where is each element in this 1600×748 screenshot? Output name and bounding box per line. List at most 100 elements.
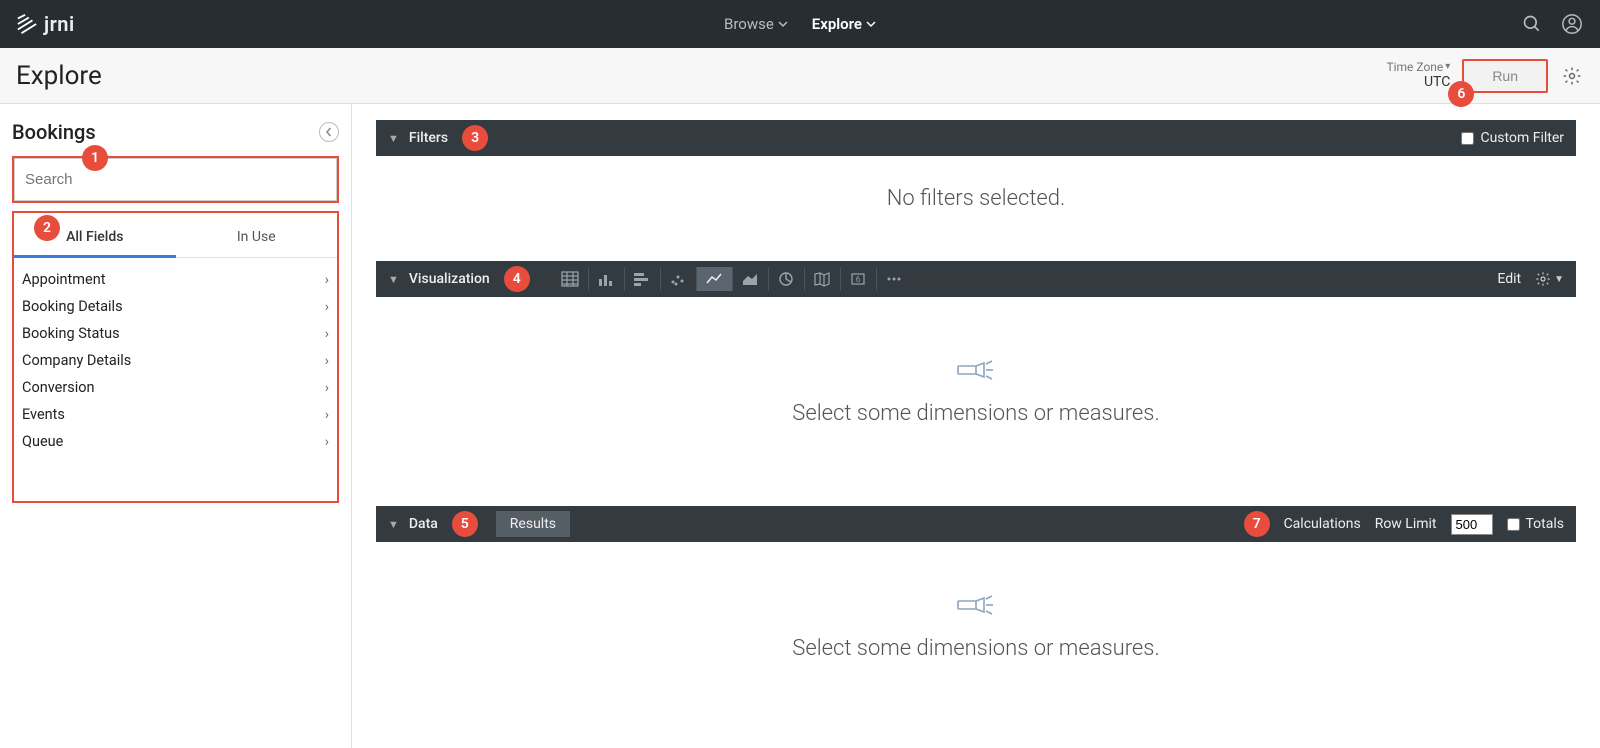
- caret-down-icon: ▼: [388, 518, 399, 531]
- data-empty-text: Select some dimensions or measures.: [376, 636, 1576, 661]
- sidebar-header: Bookings: [12, 120, 339, 144]
- field-item-company-details[interactable]: Company Details ›: [18, 347, 333, 374]
- subheader: Explore Time Zone ▾ UTC Run 6: [0, 48, 1600, 104]
- data-title: Data: [409, 516, 438, 532]
- chevron-right-icon: ›: [325, 407, 329, 423]
- visualization-header[interactable]: ▼ Visualization 4 6: [376, 261, 1576, 297]
- logo[interactable]: jrni: [16, 12, 75, 36]
- search-icon[interactable]: [1520, 12, 1544, 36]
- custom-filter-toggle[interactable]: Custom Filter: [1461, 130, 1564, 146]
- data-panel: ▼ Data 5 Results 7 Calculations Row Limi…: [376, 506, 1576, 691]
- field-tabs: All Fields In Use: [14, 219, 337, 258]
- viz-empty-text: Select some dimensions or measures.: [376, 401, 1576, 426]
- field-item-conversion[interactable]: Conversion ›: [18, 374, 333, 401]
- filters-panel: ▼ Filters 3 Custom Filter No filters sel…: [376, 120, 1576, 241]
- filters-header[interactable]: ▼ Filters 3 Custom Filter: [376, 120, 1576, 156]
- custom-filter-checkbox[interactable]: [1461, 132, 1474, 145]
- topbar: jrni Browse Explore: [0, 0, 1600, 48]
- content: ▼ Filters 3 Custom Filter No filters sel…: [352, 104, 1600, 748]
- custom-filter-label: Custom Filter: [1480, 130, 1564, 146]
- chevron-right-icon: ›: [325, 434, 329, 450]
- field-item-booking-status[interactable]: Booking Status ›: [18, 320, 333, 347]
- field-label: Company Details: [22, 352, 131, 369]
- main: Bookings 1 2 All Fields In Use Appointme…: [0, 104, 1600, 748]
- row-limit-input[interactable]: [1451, 514, 1493, 535]
- visualization-panel: ▼ Visualization 4 6: [376, 261, 1576, 486]
- results-tab[interactable]: Results: [496, 511, 570, 537]
- viz-column-icon[interactable]: [588, 267, 624, 291]
- caret-down-icon: ▼: [388, 273, 399, 286]
- data-header[interactable]: ▼ Data 5 Results 7 Calculations Row Limi…: [376, 506, 1576, 542]
- search-highlight: 1: [12, 156, 339, 203]
- timezone-value: UTC: [1424, 74, 1450, 91]
- annotation-3: 3: [462, 125, 488, 151]
- viz-type-icons: 6: [552, 267, 912, 291]
- filters-body: No filters selected.: [376, 156, 1576, 241]
- field-label: Conversion: [22, 379, 95, 396]
- visualization-title: Visualization: [409, 271, 490, 287]
- run-button[interactable]: Run: [1462, 59, 1548, 93]
- topbar-left: jrni: [16, 12, 75, 36]
- sidebar: Bookings 1 2 All Fields In Use Appointme…: [0, 104, 352, 748]
- nav-explore[interactable]: Explore: [812, 15, 876, 33]
- visualization-body: Select some dimensions or measures.: [376, 297, 1576, 486]
- chevron-right-icon: ›: [325, 299, 329, 315]
- viz-table-icon[interactable]: [552, 267, 588, 291]
- search-input[interactable]: [14, 158, 337, 201]
- nav-browse-label: Browse: [724, 15, 774, 33]
- page-title: Explore: [16, 61, 102, 91]
- viz-bar-icon[interactable]: [624, 267, 660, 291]
- filters-empty-text: No filters selected.: [376, 186, 1576, 211]
- field-list: Appointment› Booking Details› Booking St…: [14, 266, 337, 455]
- viz-edit-link[interactable]: Edit: [1497, 271, 1521, 287]
- field-label: Booking Status: [22, 325, 120, 342]
- data-body: Select some dimensions or measures.: [376, 542, 1576, 691]
- viz-scatter-icon[interactable]: [660, 267, 696, 291]
- viz-gear-icon[interactable]: ▼: [1535, 271, 1564, 287]
- fields-panel-highlight: 2 All Fields In Use Appointment› Booking…: [12, 211, 339, 503]
- field-item-queue[interactable]: Queue ›: [18, 428, 333, 455]
- svg-text:6: 6: [856, 275, 861, 284]
- field-label: Events: [22, 406, 65, 423]
- collapse-sidebar-icon[interactable]: [319, 122, 339, 142]
- field-label: Booking Details: [22, 298, 123, 315]
- field-item-events[interactable]: Events ›: [18, 401, 333, 428]
- viz-pie-icon[interactable]: [768, 267, 804, 291]
- viz-map-icon[interactable]: [804, 267, 840, 291]
- gear-icon[interactable]: [1560, 64, 1584, 88]
- totals-label: Totals: [1526, 516, 1565, 532]
- chevron-down-icon: [778, 19, 788, 29]
- viz-line-icon[interactable]: [696, 267, 732, 291]
- logo-text: jrni: [44, 12, 75, 36]
- field-item-booking-details[interactable]: Booking Details ›: [18, 293, 333, 320]
- flashlight-icon: [956, 357, 996, 383]
- totals-checkbox[interactable]: [1507, 518, 1520, 531]
- field-item-appointment[interactable]: Appointment›: [18, 266, 333, 293]
- nav-explore-label: Explore: [812, 15, 862, 33]
- row-limit-label: Row Limit: [1375, 516, 1437, 532]
- viz-area-icon[interactable]: [732, 267, 768, 291]
- topbar-right: [1520, 12, 1584, 36]
- annotation-7: 7: [1244, 511, 1270, 537]
- field-label: Appointment: [22, 271, 105, 288]
- tab-all-fields[interactable]: All Fields: [14, 219, 176, 258]
- user-avatar-icon[interactable]: [1560, 12, 1584, 36]
- filters-title: Filters: [409, 130, 448, 146]
- flashlight-icon: [956, 592, 996, 618]
- tab-in-use[interactable]: In Use: [176, 219, 338, 258]
- nav-browse[interactable]: Browse: [724, 15, 788, 33]
- field-label: Queue: [22, 433, 63, 450]
- logo-mark-icon: [16, 13, 38, 35]
- viz-more-icon[interactable]: [876, 267, 912, 291]
- chevron-right-icon: ›: [325, 380, 329, 396]
- annotation-5: 5: [452, 511, 478, 537]
- chevron-right-icon: ›: [325, 326, 329, 342]
- calculations-link[interactable]: Calculations: [1284, 516, 1361, 532]
- totals-toggle[interactable]: Totals: [1507, 516, 1565, 532]
- viz-single-value-icon[interactable]: 6: [840, 267, 876, 291]
- timezone-label: Time Zone: [1386, 60, 1443, 74]
- chevron-right-icon: ›: [325, 353, 329, 369]
- timezone[interactable]: Time Zone ▾ UTC: [1386, 60, 1450, 91]
- annotation-4: 4: [504, 266, 530, 292]
- chevron-down-icon: ▾: [1445, 61, 1450, 73]
